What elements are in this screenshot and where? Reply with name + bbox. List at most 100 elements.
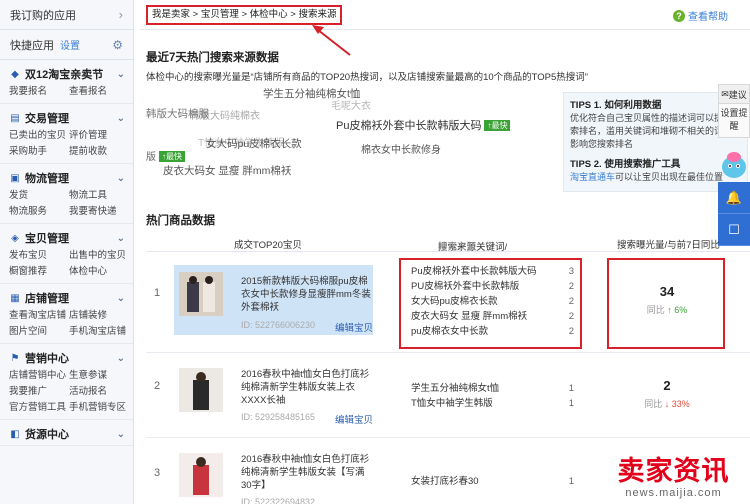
keyword[interactable]: 韩版大码棉服 xyxy=(146,106,209,121)
help-label: 查看帮助 xyxy=(688,12,728,23)
sidebar-section-header[interactable]: ▣ 物流管理 ⌄ xyxy=(9,170,125,186)
product-title[interactable]: 2016春秋中袖t恤女白色打底衫纯棉清新学生韩版女装上衣XXXX长袖 xyxy=(241,368,371,407)
sidebar-link[interactable]: 我要推广 xyxy=(9,384,69,400)
exposure-value: 2 xyxy=(663,378,671,393)
hot-badge: ↑最快 xyxy=(484,120,511,131)
table-header: 成交TOP20宝贝 搜索来源关键词/曝光次数 搜索曝光量/与前7日同比 xyxy=(146,235,750,253)
sidebar-link[interactable]: 店铺营销中心 xyxy=(9,368,69,384)
sidebar-link[interactable]: 官方营销工具 xyxy=(9,400,69,416)
product-thumbnail[interactable] xyxy=(179,368,223,412)
chevron-down-icon[interactable]: ⌄ xyxy=(117,429,125,440)
row-rank: 2 xyxy=(154,380,161,392)
bag-icon: ◈ xyxy=(11,232,19,244)
chevron-down-icon[interactable]: ⌄ xyxy=(117,113,125,124)
sidebar-link[interactable]: 物流服务 xyxy=(9,204,69,220)
edit-product-link[interactable]: 编辑宝贝 xyxy=(335,320,373,334)
sidebar-link[interactable]: 手机营销专区 xyxy=(69,400,129,416)
keyword[interactable]: 皮衣大码女 显瘦 胖mm棉袄 xyxy=(163,163,291,178)
box-icon: ◧ xyxy=(10,428,20,440)
quick-apps-label: 快捷应用 xyxy=(10,39,54,52)
gear-icon[interactable]: ⚙ xyxy=(112,38,123,52)
breadcrumb[interactable]: 我是卖家 > 宝贝管理 > 体检中心 > 搜索来源 xyxy=(146,5,343,25)
sidebar-section-header[interactable]: ◧ 货源中心 ⌄ xyxy=(9,426,125,442)
sidebar-link[interactable]: 评价管理 xyxy=(69,128,129,144)
row-rank: 3 xyxy=(154,467,161,479)
keyword-label: Pu皮棉袄外套中长款韩版大码 xyxy=(336,120,482,132)
sidebar-section: ⚑ 营销中心 ⌄ 店铺营销中心 生意参谋 我要推广 活动报名 官方营销工具 手机营销专区 xyxy=(0,344,133,420)
search-source-title: 最近7天热门搜索来源数据 xyxy=(146,52,279,64)
keyword[interactable]: 毛呢大衣 xyxy=(331,97,371,112)
table-row: 2 2016春秋中袖t恤女白色打底衫纯棉清新学生韩版女装上衣XXXX长袖 ID:… xyxy=(146,354,750,438)
keyword-count: 1 xyxy=(568,476,574,487)
sidebar-link[interactable]: 橱窗推荐 xyxy=(9,264,69,280)
sidebar-section-header[interactable]: ⚑ 营销中心 ⌄ xyxy=(9,350,125,366)
sidebar-link[interactable]: 我要报名 xyxy=(9,84,69,100)
sidebar-link[interactable]: 体检中心 xyxy=(69,264,129,280)
sidebar-link[interactable]: 采购助手 xyxy=(9,144,69,160)
keyword-text[interactable]: 学生五分袖纯棉女t恤 xyxy=(411,381,499,396)
change-label: 同比 xyxy=(644,399,663,409)
product-thumbnail[interactable] xyxy=(179,272,223,316)
sidebar-section: ◧ 货源中心 ⌄ xyxy=(0,420,133,446)
sidebar-link[interactable]: 生意参谋 xyxy=(69,368,129,384)
mascot-icon[interactable] xyxy=(718,148,750,182)
chevron-down-icon[interactable]: ⌄ xyxy=(117,293,125,304)
sidebar-link[interactable]: 查看报名 xyxy=(69,84,129,100)
sidebar-section-header[interactable]: ▤ 交易管理 ⌄ xyxy=(9,110,125,126)
sidebar-link[interactable]: 提前收款 xyxy=(69,144,129,160)
edit-product-link[interactable]: 编辑宝贝 xyxy=(335,412,373,426)
sidebar-sections: ◆ 双12淘宝亲卖节 ⌄ 我要报名 查看报名 ▤ 交易管理 ⌄ 已卖出的宝贝 评价管理 采购助手 提前… xyxy=(0,60,133,446)
chevron-down-icon[interactable]: ⌄ xyxy=(117,173,125,184)
bell-icon[interactable]: 🔔 xyxy=(718,182,750,214)
sidebar-section-header[interactable]: ◈ 宝贝管理 ⌄ xyxy=(9,230,125,246)
product-title[interactable]: 2015新款韩版大码棉服pu皮棉衣女中长款修身显瘦胖mm冬装外套棉袄 xyxy=(241,275,371,314)
sidebar-section-title: 双12淘宝亲卖节 xyxy=(25,69,104,81)
sidebar-link[interactable]: 活动报名 xyxy=(69,384,129,400)
sidebar-link[interactable]: 发货 xyxy=(9,188,69,204)
keyword-text[interactable]: T恤女中袖学生韩版 xyxy=(411,396,493,411)
sidebar-section: ▦ 店铺管理 ⌄ 查看淘宝店铺 店铺装修 图片空间 手机淘宝店铺 xyxy=(0,284,133,344)
keyword[interactable]: 女大码pu皮棉衣长款 xyxy=(206,136,302,151)
keyword[interactable]: 棉衣女中长款修身 xyxy=(361,141,441,156)
sidebar-section-header[interactable]: ▦ 店铺管理 ⌄ xyxy=(9,290,125,306)
keyword-hot[interactable]: 版 ↑最快 xyxy=(146,148,185,163)
sidebar-links: 发布宝贝 出售中的宝贝 橱窗推荐 体检中心 xyxy=(9,248,126,280)
sidebar-link[interactable]: 我要寄快递 xyxy=(69,204,129,220)
store-icon: ▦ xyxy=(10,292,20,304)
setting-reminder-button[interactable]: 设置提醒 xyxy=(718,104,750,138)
help-link[interactable]: ? 查看帮助 xyxy=(673,8,728,23)
truck-icon: ▣ xyxy=(10,172,20,184)
chevron-down-icon[interactable]: ⌄ xyxy=(117,353,125,364)
product-id: ID: 522766006230 xyxy=(241,320,316,330)
sidebar-link[interactable]: 发布宝贝 xyxy=(9,248,69,264)
sidebar-section: ▣ 物流管理 ⌄ 发货 物流工具 物流服务 我要寄快递 xyxy=(0,164,133,224)
sidebar-link[interactable]: 店铺装修 xyxy=(69,308,129,324)
help-icon: ? xyxy=(673,9,685,22)
chevron-down-icon[interactable]: ⌄ xyxy=(117,69,125,80)
product-thumbnail[interactable] xyxy=(179,453,223,497)
my-apps-header[interactable]: 我订购的应用 › xyxy=(0,0,133,30)
keyword-hot[interactable]: Pu皮棉袄外套中长款韩版大码 ↑最快 xyxy=(336,117,511,133)
search-source-description: 体检中心的搜索曝光量是“店铺所有商品的TOP20热搜词，以及店铺搜索量最高的10… xyxy=(146,72,588,83)
quick-apps-settings-link[interactable]: 设置 xyxy=(60,37,80,52)
keywords-highlight-box xyxy=(399,258,582,349)
ztc-link[interactable]: 淘宝直通车 xyxy=(570,172,615,182)
product-title[interactable]: 2016春秋中袖t恤女白色打底衫纯棉清新学生韩版女装【写满30字】 xyxy=(241,453,371,492)
sidebar-link[interactable]: 查看淘宝店铺 xyxy=(9,308,69,324)
sidebar-link[interactable]: 物流工具 xyxy=(69,188,129,204)
chevron-down-icon[interactable]: ⌄ xyxy=(117,233,125,244)
sidebar-section-title: 营销中心 xyxy=(25,353,69,365)
sidebar-link[interactable]: 已卖出的宝贝 xyxy=(9,128,69,144)
suggest-button[interactable]: ✉ 建议 xyxy=(718,84,750,104)
product-id: ID: 529258485165 xyxy=(241,412,316,422)
sidebar-links: 查看淘宝店铺 店铺装修 图片空间 手机淘宝店铺 xyxy=(9,308,126,340)
exposure-change: 同比 ↓ 33% xyxy=(617,397,717,410)
sidebar-section-header[interactable]: ◆ 双12淘宝亲卖节 ⌄ xyxy=(9,66,125,82)
sidebar-link[interactable]: 出售中的宝贝 xyxy=(69,248,129,264)
keyword-list: 女装打底衫春30 1 xyxy=(411,474,574,489)
sidebar-link[interactable]: 手机淘宝店铺 xyxy=(69,324,129,340)
sidebar-link[interactable]: 图片空间 xyxy=(9,324,69,340)
chevron-right-icon[interactable]: › xyxy=(119,7,123,22)
keyword-text[interactable]: 女装打底衫春30 xyxy=(411,474,479,489)
exposure-highlight-box xyxy=(607,258,725,349)
